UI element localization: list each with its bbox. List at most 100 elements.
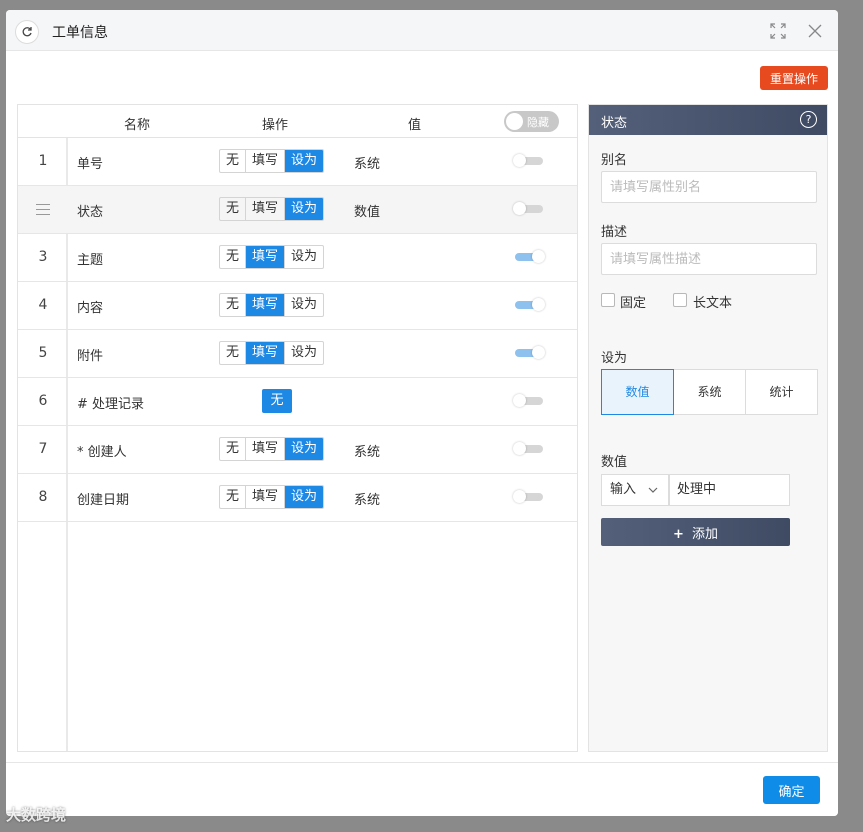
operation-segment: 无填写 设为 [219,293,325,317]
help-icon[interactable]: ? [800,111,817,128]
op-set-button[interactable]: 设为 [285,342,323,364]
longtext-checkbox-label: 长文本 [693,296,733,311]
row-index: 7 [38,441,48,457]
toggle-knob [532,346,545,359]
description-input[interactable] [601,243,817,275]
fixed-checkbox-label: 固定 [620,296,647,311]
table-row[interactable]: 状态 无填写 设为 数值 [18,186,577,234]
row-name: 主题 [77,253,104,268]
op-none-button[interactable]: 无 [220,486,247,508]
value-textarea[interactable]: 处理中 [669,474,790,506]
op-none-button[interactable]: 无 [262,389,292,413]
table-row[interactable]: 4 内容 无填写 设为 [18,282,577,330]
row-index: 8 [38,489,48,505]
field-table: 名称 操作 值 隐藏 1 单号无填写 设为 系统 状态无填写 设为 数值 3 主题无填写 设为 4 内… [17,104,578,752]
op-none-button[interactable]: 无 [220,198,247,220]
set-option-stat[interactable]: 统计 [745,369,818,415]
op-set-button[interactable]: 设为 [285,486,324,508]
op-fill-button[interactable]: 填写 [246,246,286,268]
op-fill-button[interactable]: 填写 [246,198,286,220]
op-set-button[interactable]: 设为 [285,294,323,316]
table-row[interactable]: 8 创建日期 无填写 设为 系统 [18,474,577,522]
close-icon [808,24,822,38]
visibility-toggle[interactable] [515,346,545,359]
visibility-toggle[interactable] [513,202,543,215]
row-index: 6 [38,393,48,409]
op-fill-button[interactable]: 填写 [246,438,286,460]
description-label: 描述 [601,225,628,240]
op-set-button[interactable]: 设为 [285,198,324,220]
op-fill-button[interactable]: 填写 [246,294,286,316]
op-none-button[interactable]: 无 [220,342,247,364]
op-none-button[interactable]: 无 [220,150,247,172]
set-as-label: 设为 [601,351,628,366]
row-value: 系统 [354,445,381,460]
alias-label: 别名 [601,153,628,168]
drag-handle-icon[interactable] [36,204,50,219]
input-type-select[interactable]: 输入 [601,474,669,506]
toggle-knob [506,113,523,130]
chevron-down-icon [648,475,658,517]
row-name: 创建日期 [77,493,130,508]
op-none-button[interactable]: 无 [220,438,247,460]
property-panel: 状态 ? 别名 描述 固定 长文本 设为 数值 系统 统计 数值 输入 处理中 … [588,104,828,752]
alias-input[interactable] [601,171,817,203]
plus-icon: + [673,526,684,542]
table-row[interactable]: 5 附件 无填写 设为 [18,330,577,378]
reset-button[interactable]: 重置操作 [760,66,828,90]
op-none-button[interactable]: 无 [220,294,247,316]
hide-toggle[interactable]: 隐藏 [504,111,559,132]
fixed-checkbox[interactable] [601,293,615,307]
visibility-toggle[interactable] [513,490,543,503]
op-fill-button[interactable]: 填写 [246,150,286,172]
add-button-label: 添加 [691,526,718,542]
set-option-system[interactable]: 系统 [673,369,746,415]
value-textarea-content: 处理中 [677,482,717,497]
visibility-toggle[interactable] [513,394,543,407]
header-name: 名称 [124,118,151,133]
expand-icon [770,23,786,39]
visibility-toggle[interactable] [515,250,545,263]
op-fill-button[interactable]: 填写 [246,486,286,508]
header-value: 值 [408,118,422,133]
op-set-button[interactable]: 设为 [285,438,324,460]
dialog-footer: 确定 [6,762,838,816]
add-button[interactable]: + 添加 [601,518,790,546]
table-row[interactable]: 6 # 处理记录 无 [18,378,577,426]
toggle-knob [532,250,545,263]
row-value: 系统 [354,157,381,172]
work-order-dialog: 工单信息 重置操作 名称 操作 值 隐藏 1 单号无填写 设为 系统 状态无填写 设为 数值… [6,10,838,816]
set-option-value[interactable]: 数值 [601,369,674,415]
longtext-checkbox[interactable] [673,293,687,307]
toggle-knob [513,442,526,455]
row-index: 1 [38,153,48,169]
op-set-button[interactable]: 设为 [285,150,324,172]
fullscreen-button[interactable] [769,22,787,40]
toggle-knob [513,490,526,503]
panel-header: 状态 ? [589,105,827,135]
refresh-button[interactable] [15,20,39,44]
table-row[interactable]: 1 单号 无填写 设为 系统 [18,138,577,186]
op-none-button[interactable]: 无 [220,246,247,268]
toggle-knob [532,298,545,311]
visibility-toggle[interactable] [513,154,543,167]
header-operation: 操作 [262,118,289,133]
row-name: * 创建人 [77,445,127,460]
panel-title: 状态 [601,116,628,131]
row-name: 附件 [77,349,104,364]
set-as-options: 数值 系统 统计 [601,369,818,415]
table-row[interactable]: 3 主题 无填写 设为 [18,234,577,282]
close-button[interactable] [806,22,824,40]
confirm-button[interactable]: 确定 [763,776,820,804]
op-set-button[interactable]: 设为 [285,246,323,268]
toggle-knob [513,394,526,407]
visibility-toggle[interactable] [513,442,543,455]
operation-segment: 无填写 设为 [219,485,325,509]
row-name: 内容 [77,301,104,316]
op-fill-button[interactable]: 填写 [246,342,286,364]
operation-segment: 无填写 设为 [219,197,325,221]
row-index: 3 [38,249,48,265]
table-row[interactable]: 7 * 创建人 无填写 设为 系统 [18,426,577,474]
row-index: 5 [38,345,48,361]
visibility-toggle[interactable] [515,298,545,311]
